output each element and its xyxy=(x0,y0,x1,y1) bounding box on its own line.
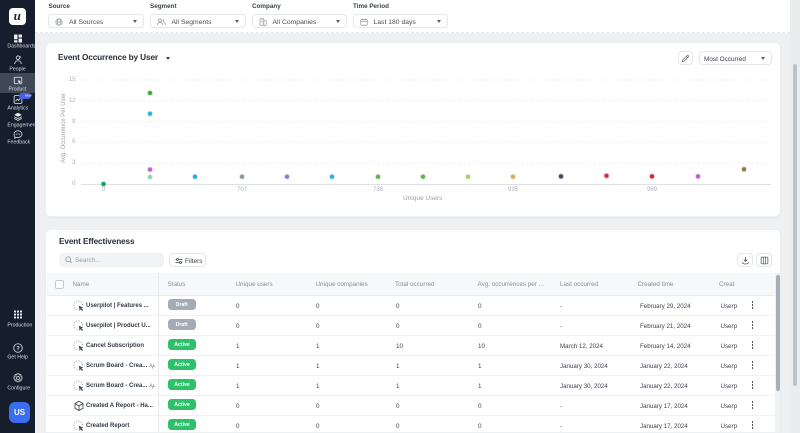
svg-text:?: ? xyxy=(16,346,20,352)
